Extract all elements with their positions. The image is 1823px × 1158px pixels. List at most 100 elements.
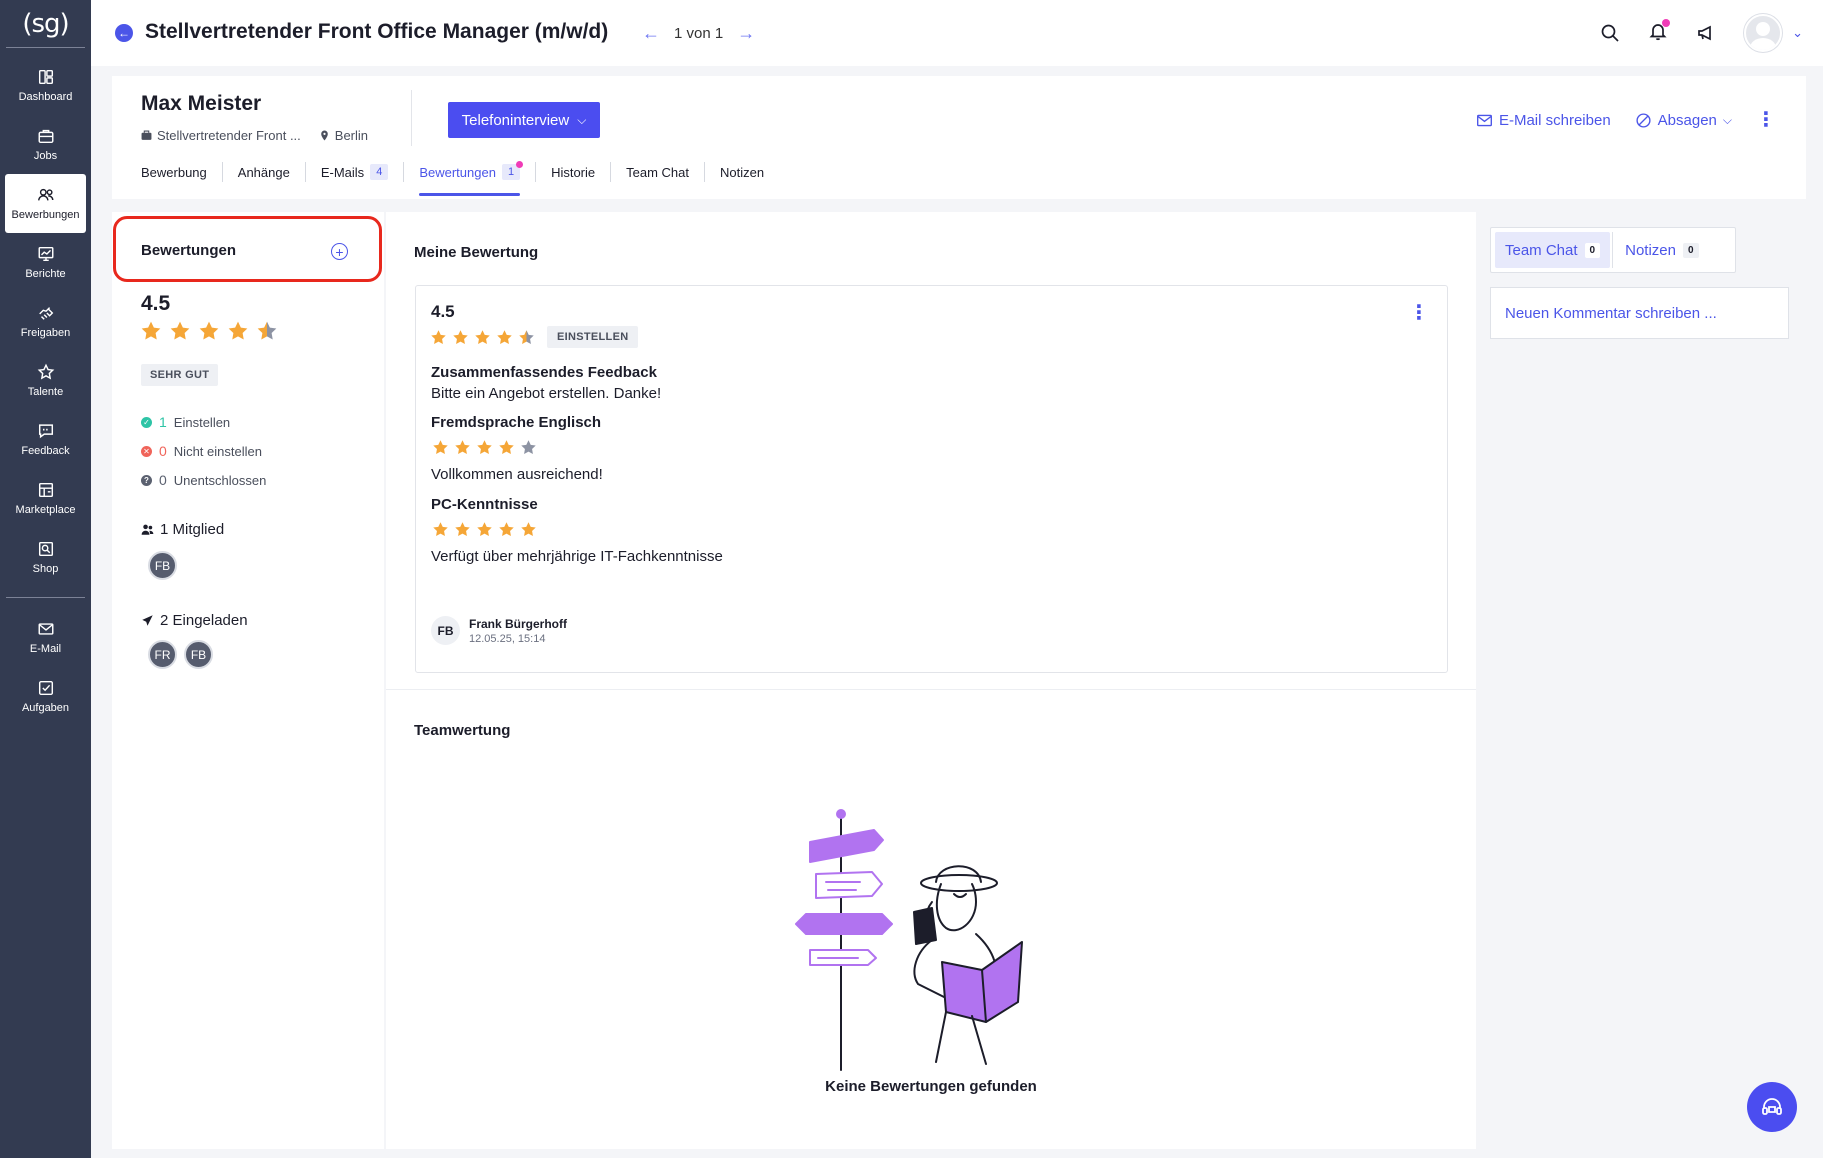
next-arrow-icon[interactable]: → — [737, 23, 755, 44]
more-menu-icon[interactable]: ⋮ — [1756, 110, 1776, 130]
decision-tag: EINSTELLEN — [547, 326, 639, 348]
location-pin-icon — [320, 130, 328, 141]
tab-bewerbung[interactable]: Bewerbung — [141, 162, 222, 182]
count-badge: 1 — [501, 161, 524, 180]
my-rating-score: 4.5 — [431, 302, 455, 321]
sidebar-item-label: Berichte — [25, 268, 66, 280]
sidebar-item-freigaben[interactable]: Freigaben — [0, 292, 91, 351]
tab-label: Bewerbung — [141, 164, 207, 180]
sidebar-item-berichte[interactable]: Berichte — [0, 233, 91, 292]
star-icon — [256, 320, 278, 342]
invited-avatar[interactable]: FB — [184, 640, 213, 669]
megaphone-icon[interactable] — [1696, 23, 1716, 43]
empty-state-text: Keine Bewertungen gefunden — [825, 1078, 1037, 1095]
tab-team-chat[interactable]: Team Chat 0 — [1495, 232, 1611, 268]
criterion-title: Fremdsprache Englisch — [431, 414, 602, 431]
ratings-main-panel: Meine Bewertung 4.5 EINSTELLEN ⋮ Zusamme… — [386, 212, 1476, 1149]
search-icon[interactable] — [1600, 23, 1620, 43]
tab-notizen[interactable]: Notizen — [704, 162, 779, 182]
author-name: Frank Bürgerhoff — [469, 616, 568, 631]
members-label: 1 Mitglied — [160, 521, 225, 538]
x-icon: ✕ — [141, 445, 152, 457]
criterion-stars — [432, 521, 723, 538]
sidebar: (sg) Dashboard Jobs Bewerbungen Berichte… — [0, 0, 91, 1158]
email-write-label: E-Mail schreiben — [1498, 111, 1611, 129]
tab-label: Team Chat — [626, 164, 690, 180]
email-write-button[interactable]: E-Mail schreiben — [1476, 112, 1611, 129]
vote-count: 0 — [159, 472, 167, 488]
sidebar-item-label: Freigaben — [20, 327, 71, 339]
star-icon — [198, 320, 220, 342]
briefcase-icon — [141, 130, 152, 140]
rating-author: FB Frank Bürgerhoff 12.05.25, 15:14 — [431, 616, 567, 645]
vote-no-hire: ✕ 0 Nicht einstellen — [141, 443, 266, 459]
candidate-location: Berlin — [319, 128, 368, 143]
top-actions: ⌄ — [1600, 14, 1803, 52]
tab-team-chat[interactable]: Team Chat — [610, 162, 704, 182]
new-comment-input[interactable]: Neuen Kommentar schreiben ... — [1490, 287, 1789, 339]
star-icon — [454, 521, 471, 538]
support-chat-button[interactable] — [1747, 1082, 1797, 1132]
reject-label: Absagen — [1657, 111, 1717, 129]
sidebar-item-label: Jobs — [33, 150, 58, 162]
feedback-icon — [38, 424, 53, 439]
invited-heading: 2 Eingeladen — [141, 612, 248, 629]
criterion-stars — [432, 439, 603, 456]
user-menu[interactable]: ⌄ — [1744, 14, 1803, 52]
sidebar-item-label: Dashboard — [18, 91, 73, 103]
stage-dropdown[interactable]: Telefoninterview ⌵ — [448, 102, 600, 138]
criterion-title: PC-Kenntnisse — [431, 496, 538, 513]
count-badge: 0 — [1682, 242, 1699, 258]
sidebar-item-feedback[interactable]: Feedback — [0, 410, 91, 469]
candidate-meta: Stellvertretender Front ... Berlin — [141, 128, 368, 143]
star-icon — [520, 439, 537, 456]
shop-icon — [38, 541, 53, 557]
tab-label: Anhänge — [237, 164, 290, 180]
sidebar-item-dashboard[interactable]: Dashboard — [0, 56, 91, 115]
reject-dropdown[interactable]: Absagen ⌵ — [1635, 112, 1732, 129]
sidebar-item-shop[interactable]: Shop — [0, 528, 91, 587]
sidebar-item-label: Aufgaben — [21, 702, 70, 714]
sidebar-item-email[interactable]: E-Mail — [0, 608, 91, 667]
member-avatar[interactable]: FB — [148, 551, 177, 580]
sidebar-item-talente[interactable]: Talente — [0, 351, 91, 410]
new-indicator-dot — [516, 161, 524, 168]
mail-icon — [1476, 114, 1492, 126]
notification-dot — [1662, 18, 1671, 27]
tab-label: Notizen — [720, 164, 765, 180]
sidebar-item-marketplace[interactable]: Marketplace — [0, 469, 91, 528]
back-arrow-icon[interactable]: ← — [115, 24, 133, 42]
more-menu-icon[interactable]: ⋮ — [1409, 300, 1429, 325]
star-icon — [169, 320, 191, 342]
tab-notizen[interactable]: Notizen 0 — [1615, 232, 1708, 268]
handshake-icon — [38, 307, 53, 320]
members-list: FB — [148, 551, 177, 580]
pager: ← 1 von 1 → — [642, 23, 755, 44]
star-icon — [430, 329, 447, 346]
tab-emails[interactable]: E-Mails 4 — [304, 162, 403, 182]
star-icon — [518, 329, 535, 346]
my-rating-stars-row: EINSTELLEN — [430, 326, 639, 348]
tab-historie[interactable]: Historie — [535, 162, 610, 182]
sidebar-item-aufgaben[interactable]: Aufgaben — [0, 667, 91, 726]
prev-arrow-icon[interactable]: ← — [642, 23, 660, 44]
sidebar-item-jobs[interactable]: Jobs — [0, 115, 91, 174]
invited-avatar[interactable]: FR — [148, 640, 177, 669]
vote-hire: ✓ 1 Einstellen — [141, 414, 266, 430]
ratings-summary-panel: Bewertungen + 4.5 SEHR GUT ✓ 1 Einstelle… — [112, 212, 384, 1149]
tab-bewertungen[interactable]: Bewertungen 1 — [403, 161, 535, 196]
candidate-job: Stellvertretender Front ... — [141, 128, 301, 143]
candidate-tabs: Bewerbung Anhänge E-Mails 4 Bewertungen 1 … — [141, 161, 779, 196]
tab-anhaenge[interactable]: Anhänge — [221, 162, 305, 182]
criterion-section: Fremdsprache Englisch Vollkommen ausreic… — [431, 414, 603, 483]
notifications-button[interactable] — [1648, 18, 1671, 46]
members-heading: 1 Mitglied — [141, 521, 224, 538]
pager-label: 1 von 1 — [674, 25, 724, 42]
sidebar-item-bewerbungen[interactable]: Bewerbungen — [5, 174, 86, 233]
app-logo[interactable]: (sg) — [6, 0, 85, 48]
tab-label: Team Chat — [1505, 241, 1578, 259]
author-date: 12.05.25, 15:14 — [469, 632, 546, 645]
star-icon — [498, 521, 515, 538]
count-badge-value: 1 — [507, 166, 515, 178]
criterion-text: Verfügt über mehrjährige IT-Fachkenntnis… — [431, 548, 723, 565]
